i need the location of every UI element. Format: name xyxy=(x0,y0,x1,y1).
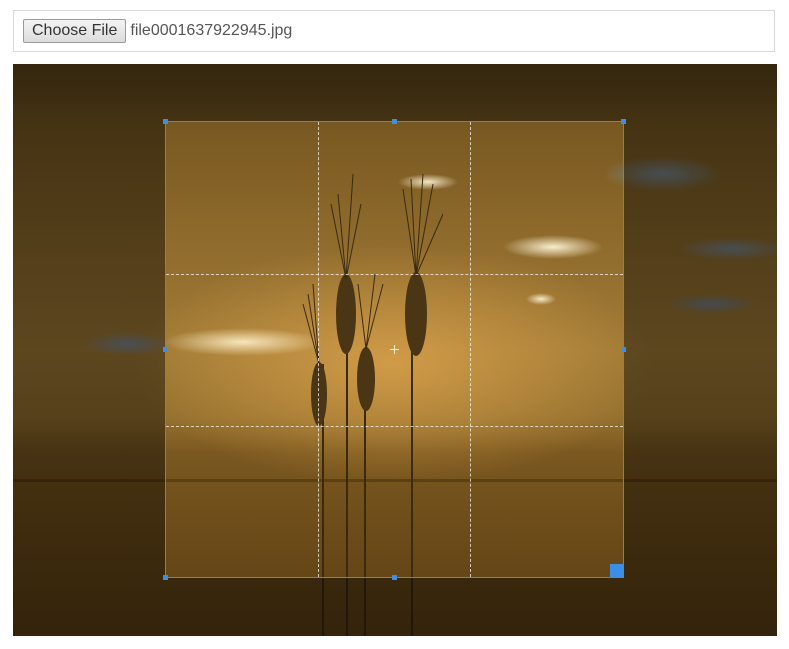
resize-handle-e[interactable] xyxy=(621,347,626,352)
crop-guide-horizontal-2 xyxy=(166,426,623,427)
choose-file-button[interactable]: Choose File xyxy=(23,19,127,43)
crop-guide-vertical-2 xyxy=(470,122,471,577)
resize-handle-w[interactable] xyxy=(163,347,168,352)
resize-handle-ne[interactable] xyxy=(621,119,626,124)
file-input[interactable]: Choose File file0001637922945.jpg xyxy=(13,10,775,52)
resize-handle-se[interactable] xyxy=(610,564,624,578)
crop-guide-vertical-1 xyxy=(318,122,319,577)
crop-guide-horizontal-1 xyxy=(166,274,623,275)
resize-handle-n[interactable] xyxy=(392,119,397,124)
resize-handle-s[interactable] xyxy=(392,575,397,580)
resize-handle-sw[interactable] xyxy=(163,575,168,580)
crop-center-icon xyxy=(390,345,399,354)
selected-file-name: file0001637922945.jpg xyxy=(130,22,293,39)
crop-canvas[interactable] xyxy=(13,64,777,636)
resize-handle-nw[interactable] xyxy=(163,119,168,124)
crop-selection-box[interactable] xyxy=(163,119,626,580)
